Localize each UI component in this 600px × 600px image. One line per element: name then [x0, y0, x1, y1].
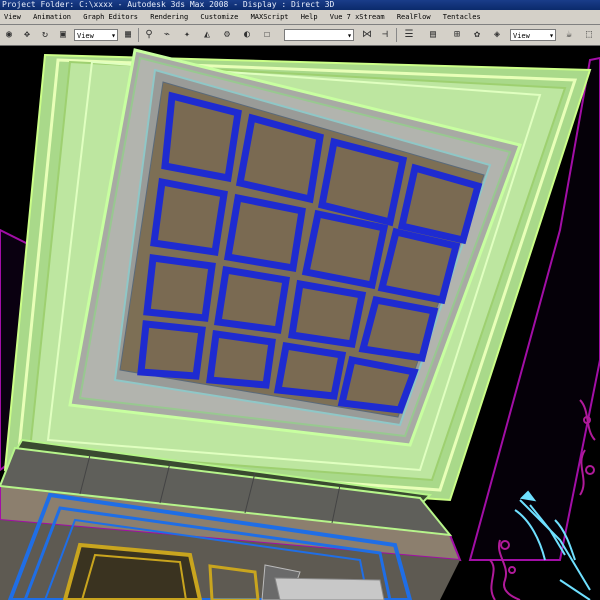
menu-bar: View Animation Graph Editors Rendering C… [0, 10, 600, 25]
align-icon[interactable]: ⊣ [378, 28, 392, 42]
reference-coord-select[interactable]: View [74, 29, 118, 42]
menu-maxscript[interactable]: MAXScript [247, 13, 293, 21]
main-toolbar: ◉ ✥ ↻ ▣ View ▦ ⚲ ⌁ ✦ ◭ ⚙ ◐ ☐ ⋈ ⊣ ☰ ▤ ⊞ ✿… [0, 25, 600, 46]
render-type-select[interactable]: View [510, 29, 556, 42]
viewport-scene [0, 46, 600, 600]
window-title: Project Folder: C:\xxxx - Autodesk 3ds M… [2, 0, 335, 9]
menu-animation[interactable]: Animation [29, 13, 75, 21]
move-icon[interactable]: ✥ [20, 28, 34, 42]
unlink-icon[interactable]: ⌁ [160, 28, 174, 42]
render-setup-icon[interactable]: ◈ [490, 28, 504, 42]
schematic-view-icon[interactable]: ⊞ [450, 28, 464, 42]
menu-help[interactable]: Help [297, 13, 322, 21]
render-last-icon[interactable]: ⬚ [582, 28, 596, 42]
material-editor-icon[interactable]: ✿ [470, 28, 484, 42]
curve-editor-icon[interactable]: ▤ [426, 28, 440, 42]
pivot-icon[interactable]: ▦ [121, 28, 135, 42]
rotate-icon[interactable]: ↻ [38, 28, 52, 42]
named-selection-input[interactable] [284, 29, 354, 42]
menu-graph-editors[interactable]: Graph Editors [79, 13, 142, 21]
edit-named-selection-icon[interactable]: ☐ [260, 28, 274, 42]
menu-view[interactable]: View [0, 13, 25, 21]
menu-rendering[interactable]: Rendering [146, 13, 192, 21]
mirror-icon[interactable]: ⋈ [360, 28, 374, 42]
menu-vue-xstream[interactable]: Vue 7 xStream [326, 13, 389, 21]
viewport-perspective[interactable] [0, 46, 600, 600]
menu-customize[interactable]: Customize [196, 13, 242, 21]
percent-snap-icon[interactable]: ⚙ [220, 28, 234, 42]
menu-tentacles[interactable]: Tentacles [439, 13, 485, 21]
quick-render-icon[interactable]: ☕ [562, 28, 576, 42]
spinner-snap-icon[interactable]: ◐ [240, 28, 254, 42]
title-bar: Project Folder: C:\xxxx - Autodesk 3ds M… [0, 0, 600, 10]
angle-snap-icon[interactable]: ◭ [200, 28, 214, 42]
select-object-icon[interactable]: ◉ [2, 28, 16, 42]
snap-icon[interactable]: ✦ [180, 28, 194, 42]
link-icon[interactable]: ⚲ [142, 28, 156, 42]
menu-realflow[interactable]: RealFlow [393, 13, 435, 21]
layer-manager-icon[interactable]: ☰ [402, 28, 416, 42]
scale-icon[interactable]: ▣ [56, 28, 70, 42]
